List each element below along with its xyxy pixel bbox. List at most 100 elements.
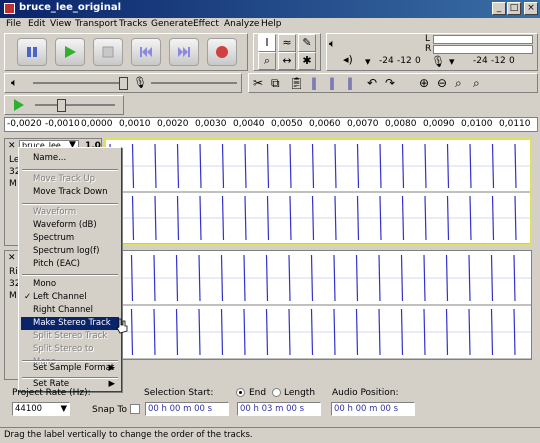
- menu-item-label: Set Sample Format: [33, 363, 115, 373]
- zoom-out-icon[interactable]: ⊖: [437, 76, 447, 90]
- mic-icon: 🎙︎: [133, 76, 147, 89]
- menu-item-spectrum-log[interactable]: Spectrum log(f): [21, 245, 119, 258]
- multi-tool-icon[interactable]: ✱: [298, 52, 316, 70]
- project-rate-value: 44100: [15, 404, 43, 414]
- draw-tool-icon[interactable]: ✎: [298, 34, 316, 52]
- silence-icon[interactable]: ‖: [329, 76, 335, 90]
- minimize-button[interactable]: _: [492, 2, 506, 15]
- input-volume-slider[interactable]: [151, 82, 237, 84]
- window-title: bruce_lee_original: [19, 2, 122, 13]
- menu-item-waveform-db[interactable]: Waveform (dB): [21, 219, 119, 232]
- playback-dropdown-icon[interactable]: ▾: [365, 55, 371, 68]
- mixer-toolbar: 🔈︎ 🎙︎: [4, 73, 242, 93]
- chevron-down-icon: ▼: [60, 404, 67, 414]
- speaker-icon: 🔈︎: [11, 76, 18, 89]
- track-context-menu: Name... Move Track Up Move Track Down Wa…: [18, 147, 122, 392]
- selection-start-field[interactable]: 00 h 00 m 00 s: [145, 402, 229, 416]
- speed-slider[interactable]: [35, 104, 115, 106]
- ruler-label: 0,0060: [309, 119, 341, 129]
- stop-button[interactable]: [93, 38, 123, 66]
- tools-toolbar: I ≈ ✎ ⌕ ↔ ✱: [253, 33, 321, 71]
- ruler-label: -0,0010: [45, 119, 80, 129]
- audio-position-field[interactable]: 00 h 00 m 00 s: [331, 402, 415, 416]
- ruler-label: 0,0010: [119, 119, 151, 129]
- waveform-track-2[interactable]: [104, 250, 532, 360]
- close-button[interactable]: ×: [524, 2, 538, 15]
- menu-item-move-down[interactable]: Move Track Down: [21, 186, 119, 199]
- menu-item-spectrum[interactable]: Spectrum: [21, 232, 119, 245]
- snap-to-label: Snap To: [92, 405, 127, 415]
- ruler-label: 0,0090: [423, 119, 455, 129]
- redo-icon[interactable]: ↷: [385, 76, 395, 90]
- timeshift-tool-icon[interactable]: ↔: [278, 52, 296, 70]
- selection-start-label: Selection Start:: [144, 388, 214, 398]
- project-rate-select[interactable]: 44100 ▼: [12, 402, 70, 416]
- cut-icon[interactable]: ✂: [253, 76, 263, 90]
- timeline-ruler[interactable]: -0,0020 -0,0010 0,0000 0,0010 0,0020 0,0…: [4, 117, 538, 132]
- trim-icon[interactable]: ‖: [311, 76, 317, 90]
- ruler-label: 0,0100: [461, 119, 493, 129]
- menu-item-right-channel[interactable]: Right Channel: [21, 304, 119, 317]
- ruler-label: 0,0080: [385, 119, 417, 129]
- speaker-icon[interactable]: 🔈︎: [329, 37, 336, 51]
- edit-toolbar: ✂ ⧉ 📋︎ ‖ ‖ ‖ ↶ ↷ ⊕ ⊖ ⌕ ⌕: [248, 73, 538, 93]
- paste-icon[interactable]: 📋︎: [289, 76, 304, 90]
- menu-item-make-stereo[interactable]: Make Stereo Track: [21, 317, 119, 330]
- envelope-tool-icon[interactable]: ≈: [278, 34, 296, 52]
- waveform-track-1[interactable]: [104, 138, 532, 246]
- record-dropdown-icon[interactable]: ▾: [449, 55, 455, 68]
- mic-icon[interactable]: 🎙︎: [431, 55, 445, 68]
- pause-button[interactable]: [17, 38, 47, 66]
- menu-view[interactable]: View: [50, 19, 71, 29]
- hand-cursor-icon: [116, 318, 128, 334]
- menu-item-split-mono: Split Stereo to Mono: [33, 344, 94, 367]
- skip-start-button[interactable]: [131, 38, 161, 66]
- play-at-speed-icon[interactable]: [13, 99, 25, 111]
- menu-item-mono[interactable]: Mono: [21, 278, 119, 291]
- maximize-button[interactable]: □: [507, 2, 521, 15]
- skip-end-button[interactable]: [169, 38, 199, 66]
- menu-item-sample-format[interactable]: Set Sample Format ▶: [21, 362, 119, 375]
- undo-icon[interactable]: ↶: [367, 76, 377, 90]
- skip-end-icon: [178, 47, 190, 57]
- menu-help[interactable]: Help: [261, 19, 282, 29]
- ruler-label: -0,0020: [7, 119, 42, 129]
- tick-label: 0: [509, 56, 515, 66]
- fit-project-icon[interactable]: ⌕: [473, 76, 480, 91]
- end-radio[interactable]: [236, 388, 245, 397]
- track-info-label: M: [9, 291, 17, 301]
- fit-selection-icon[interactable]: ⌕: [455, 76, 462, 91]
- menu-edit[interactable]: Edit: [28, 19, 45, 29]
- menu-generate[interactable]: Generate: [151, 19, 193, 29]
- menu-analyze[interactable]: Analyze: [224, 19, 259, 29]
- zoom-tool-icon[interactable]: ⌕: [258, 52, 276, 70]
- length-radio[interactable]: [272, 388, 281, 397]
- menu-separator: [22, 169, 118, 171]
- zoom-in-icon[interactable]: ⊕: [419, 76, 429, 90]
- menu-effect[interactable]: Effect: [193, 19, 219, 29]
- split-icon[interactable]: ‖: [347, 76, 353, 90]
- close-track-icon[interactable]: ✕: [8, 253, 16, 263]
- menu-tracks[interactable]: Tracks: [119, 19, 147, 29]
- selection-tool-icon[interactable]: I: [258, 34, 276, 52]
- output-volume-slider[interactable]: [33, 82, 123, 84]
- waveform: [105, 254, 531, 359]
- menu-item-left-channel[interactable]: ✓ Left Channel: [21, 291, 119, 304]
- ruler-label: 0,0000: [81, 119, 113, 129]
- snap-to-checkbox[interactable]: [130, 404, 140, 414]
- copy-icon[interactable]: ⧉: [271, 76, 280, 91]
- output-volume-thumb[interactable]: [119, 77, 128, 90]
- status-text: Drag the label vertically to change the …: [4, 430, 253, 440]
- menu-transport[interactable]: Transport: [75, 19, 117, 29]
- play-button[interactable]: [55, 38, 85, 66]
- close-track-icon[interactable]: ✕: [8, 141, 16, 151]
- menu-file[interactable]: File: [6, 19, 21, 29]
- playback-volume-icon[interactable]: ◂): [343, 53, 353, 66]
- ruler-label: 0,0050: [271, 119, 303, 129]
- record-button[interactable]: [207, 38, 237, 66]
- menu-item-name[interactable]: Name...: [21, 152, 119, 165]
- tick-label: -24: [473, 56, 488, 66]
- menu-item-pitch[interactable]: Pitch (EAC): [21, 258, 119, 271]
- speed-slider-thumb[interactable]: [57, 99, 66, 112]
- selection-end-field[interactable]: 00 h 03 m 00 s: [237, 402, 321, 416]
